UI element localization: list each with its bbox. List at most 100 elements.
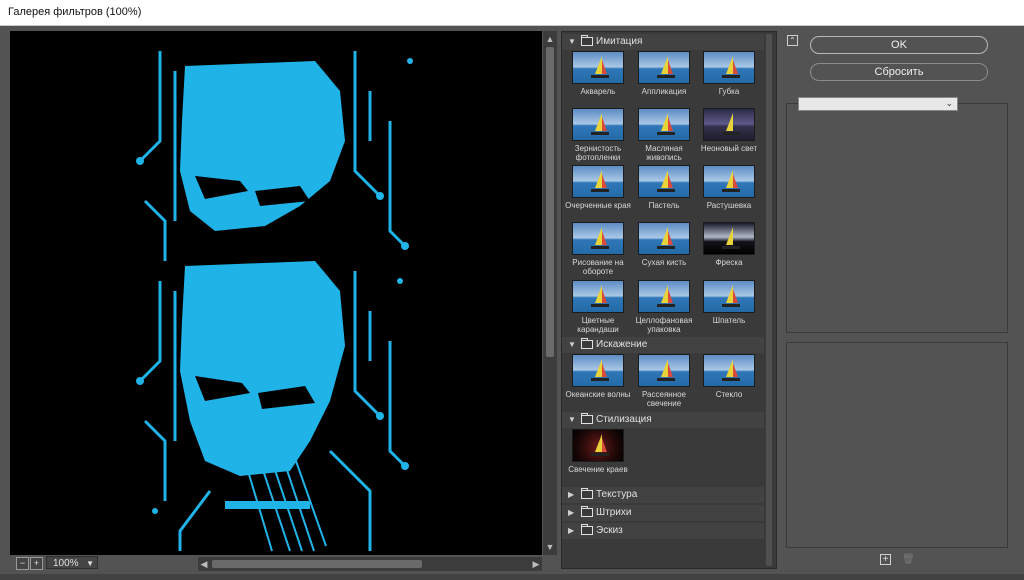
- filter-label: Растушевка: [706, 201, 752, 210]
- filter-thumbnail: [703, 222, 755, 255]
- filter-thumbnail: [572, 165, 624, 198]
- ok-button[interactable]: OK: [810, 36, 988, 54]
- filter-thumbnail: [703, 51, 755, 84]
- expanded-triangle-icon: ▼: [568, 340, 576, 349]
- filter-thumbnail: [572, 354, 624, 387]
- filter-thumbnail: [572, 108, 624, 141]
- scroll-down-icon[interactable]: ▼: [544, 541, 556, 553]
- filter-neon-glow[interactable]: Неоновый свет: [696, 108, 762, 153]
- scroll-thumb[interactable]: [546, 47, 554, 357]
- folder-icon: [581, 35, 593, 46]
- category-distort[interactable]: ▼ Искажение: [562, 337, 764, 353]
- filter-poster-edges[interactable]: Очерченные края: [565, 165, 631, 210]
- filter-smudge-stick[interactable]: Растушевка: [696, 165, 762, 210]
- filter-label: Пастель: [648, 201, 680, 210]
- new-effect-layer-icon[interactable]: +: [880, 554, 891, 565]
- folder-icon: [581, 338, 593, 349]
- filter-label: Фреска: [715, 258, 743, 267]
- preview-horizontal-scrollbar[interactable]: ◀ ▶: [198, 557, 542, 571]
- filter-thumbnail: [638, 280, 690, 313]
- category-brush-strokes[interactable]: ▶ Штрихи: [562, 505, 764, 521]
- filter-label: Зернистость фотопленки: [574, 144, 622, 162]
- filter-label: Акварель: [580, 87, 616, 96]
- category-stylize[interactable]: ▼ Стилизация: [562, 412, 764, 428]
- filter-thumbnail: [638, 51, 690, 84]
- preview-canvas[interactable]: [10, 31, 542, 555]
- expanded-triangle-icon: ▼: [568, 415, 576, 424]
- filter-thumbnail: [572, 222, 624, 255]
- filter-label: Цветные карандаши: [577, 316, 619, 334]
- category-label: Стилизация: [596, 414, 652, 425]
- effect-layers-list[interactable]: [786, 342, 1008, 548]
- filter-film-grain[interactable]: Зернистость фотопленки: [565, 108, 631, 162]
- filter-thumbnail: [638, 108, 690, 141]
- filter-thumbnail: [638, 354, 690, 387]
- chevron-down-icon: ▼: [86, 559, 94, 568]
- filter-label: Свечение краев: [568, 465, 628, 474]
- folder-icon: [581, 524, 593, 535]
- filter-label: Масляная живопись: [645, 144, 683, 162]
- scroll-thumb[interactable]: [766, 34, 772, 566]
- filter-label: Стекло: [715, 390, 743, 399]
- collapsed-triangle-icon: ▶: [568, 508, 575, 517]
- scroll-thumb-horizontal[interactable]: [212, 560, 422, 568]
- collapsed-triangle-icon: ▶: [568, 490, 575, 499]
- filter-label: Неоновый свет: [700, 144, 758, 153]
- filter-sponge[interactable]: Губка: [696, 51, 762, 96]
- filter-label: Рассеянное свечение: [641, 390, 687, 408]
- zoom-in-button[interactable]: +: [30, 557, 43, 570]
- filter-select-dropdown[interactable]: ⌄: [798, 97, 958, 111]
- filter-label: Губка: [718, 87, 740, 96]
- category-label: Имитация: [596, 36, 643, 47]
- filter-palette-knife[interactable]: Шпатель: [696, 280, 762, 325]
- filter-thumbnail: [572, 280, 624, 313]
- expanded-triangle-icon: ▼: [568, 37, 576, 46]
- filter-thumbnail: [572, 51, 624, 84]
- category-label: Эскиз: [596, 525, 623, 536]
- filter-rough-pastels[interactable]: Пастель: [631, 165, 697, 210]
- zoom-select[interactable]: 100% ▼: [46, 556, 98, 569]
- category-artistic[interactable]: ▼ Имитация: [562, 34, 764, 50]
- scroll-right-icon[interactable]: ▶: [530, 557, 542, 571]
- chevron-down-icon: ⌄: [945, 98, 953, 108]
- filter-underpainting[interactable]: Рисование на обороте: [565, 222, 631, 276]
- title-bar: Галерея фильтров (100%): [0, 0, 1024, 26]
- filter-thumbnail: [703, 108, 755, 141]
- filter-list-panel[interactable]: ▼ Имитация Акварель Аппликация Губка Зер…: [561, 31, 777, 569]
- filter-thumbnail: [703, 354, 755, 387]
- filter-dry-brush[interactable]: Сухая кисть: [631, 222, 697, 267]
- filter-glowing-edges[interactable]: Свечение краев: [565, 429, 631, 474]
- zoom-out-button[interactable]: −: [16, 557, 29, 570]
- category-label: Искажение: [596, 339, 648, 350]
- filter-diffuse-glow[interactable]: Рассеянное свечение: [631, 354, 697, 408]
- filter-thumbnail: [703, 280, 755, 313]
- scroll-up-icon[interactable]: ▲: [544, 33, 556, 45]
- filter-label: Аппликация: [641, 87, 687, 96]
- collapsed-triangle-icon: ▶: [568, 526, 575, 535]
- category-sketch[interactable]: ▶ Эскиз: [562, 523, 764, 539]
- filter-label: Сухая кисть: [641, 258, 687, 267]
- collapse-panel-icon[interactable]: ⌃: [787, 35, 798, 46]
- filter-ocean-ripple[interactable]: Океанские волны: [565, 354, 631, 399]
- filter-label: Очерченные края: [565, 201, 631, 210]
- trash-icon[interactable]: 🗑: [902, 554, 915, 565]
- filter-paint-daubs[interactable]: Масляная живопись: [631, 108, 697, 162]
- category-texture[interactable]: ▶ Текстура: [562, 487, 764, 503]
- filter-glass[interactable]: Стекло: [696, 354, 762, 399]
- category-label: Штрихи: [596, 507, 632, 518]
- window-title: Галерея фильтров (100%): [8, 6, 142, 18]
- filter-plastic-wrap[interactable]: Целлофановая упаковка: [631, 280, 697, 334]
- preview-vertical-scrollbar[interactable]: ▲ ▼: [543, 31, 557, 555]
- status-bar: [0, 574, 1024, 580]
- filter-label: Океанские волны: [565, 390, 631, 399]
- filter-cutout[interactable]: Аппликация: [631, 51, 697, 96]
- scroll-left-icon[interactable]: ◀: [198, 557, 210, 571]
- filter-colored-pencil[interactable]: Цветные карандаши: [565, 280, 631, 334]
- filter-fresco[interactable]: Фреска: [696, 222, 762, 267]
- filter-thumbnail: [638, 165, 690, 198]
- filter-watercolor[interactable]: Акварель: [565, 51, 631, 96]
- reset-button[interactable]: Сбросить: [810, 63, 988, 81]
- filter-panel-scrollbar[interactable]: [764, 34, 774, 566]
- filter-label: Целлофановая упаковка: [635, 316, 693, 334]
- folder-icon: [581, 488, 593, 499]
